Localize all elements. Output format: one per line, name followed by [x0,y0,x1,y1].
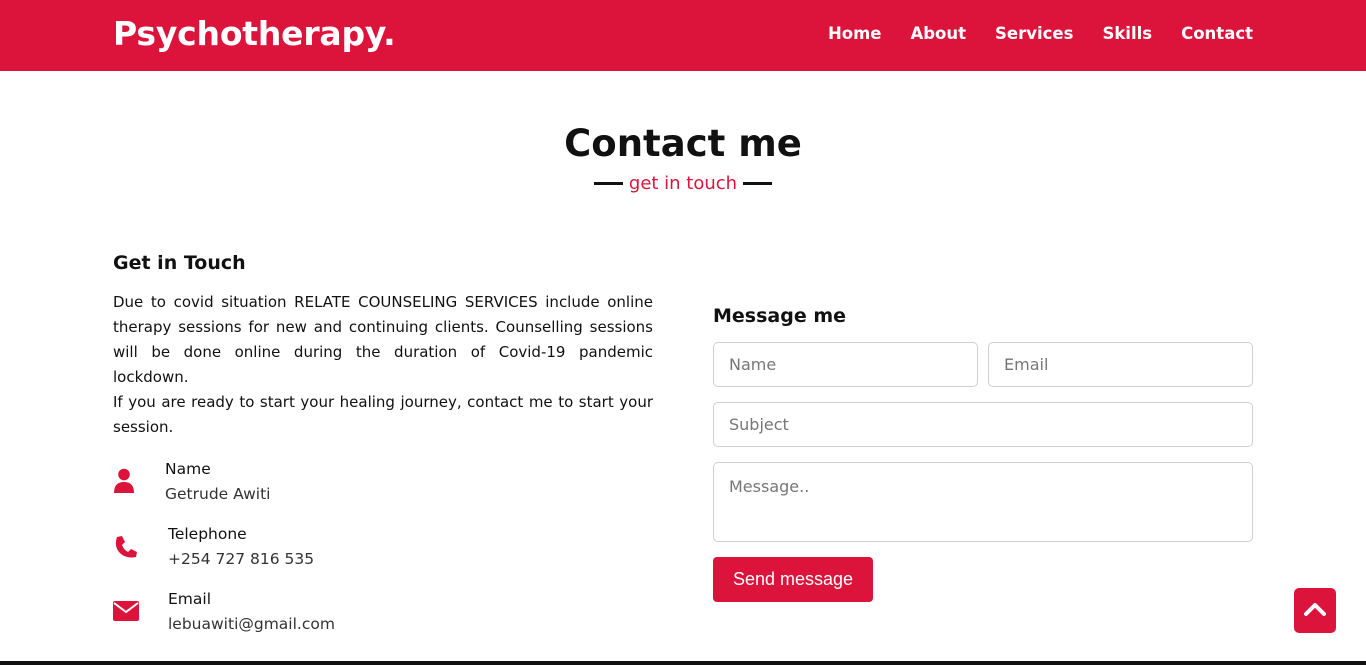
nav-link-services[interactable]: Services [995,24,1073,43]
nav-menu: Home About Services Skills Contact [828,24,1253,43]
contact-info-telephone-label: Telephone [168,525,247,543]
contact-info-email-label: Email [168,590,212,608]
name-input[interactable] [713,342,978,387]
nav-link-skills[interactable]: Skills [1102,24,1152,43]
email-input[interactable] [988,342,1253,387]
phone-icon [113,533,139,559]
subject-input[interactable] [713,402,1253,447]
message-textarea[interactable] [713,462,1253,542]
brand-logo[interactable]: Psychotherapy. [113,14,396,53]
nav-link-contact[interactable]: Contact [1181,24,1253,43]
envelope-icon [113,601,139,627]
section-subtitle: get in touch [0,173,1366,194]
get-in-touch-heading: Get in Touch [113,252,246,274]
intro-paragraph-2: If you are ready to start your healing j… [113,393,653,436]
contact-info-email-value: lebuawiti@gmail.com [168,615,335,633]
nav-link-home[interactable]: Home [828,24,882,43]
contact-info-name-label: Name [165,460,211,478]
message-me-heading: Message me [713,305,847,327]
chevron-up-icon [1304,601,1326,620]
intro-paragraph: Due to covid situation RELATE COUNSELING… [113,290,653,440]
bottom-border [0,661,1366,665]
user-icon [113,468,139,494]
nav-link-about[interactable]: About [910,24,966,43]
contact-info-name-value: Getrude Awiti [165,485,271,503]
section-title: Contact me [564,122,802,165]
navbar: Psychotherapy. Home About Services Skill… [0,0,1366,71]
subtitle-divider-right [743,182,773,185]
intro-paragraph-1: Due to covid situation RELATE COUNSELING… [113,293,653,386]
subtitle-text: get in touch [628,173,738,194]
subtitle-divider-left [593,182,623,185]
send-message-button[interactable]: Send message [713,557,873,602]
contact-info-telephone-value: +254 727 816 535 [168,550,315,568]
scroll-to-top-button[interactable] [1294,588,1336,633]
